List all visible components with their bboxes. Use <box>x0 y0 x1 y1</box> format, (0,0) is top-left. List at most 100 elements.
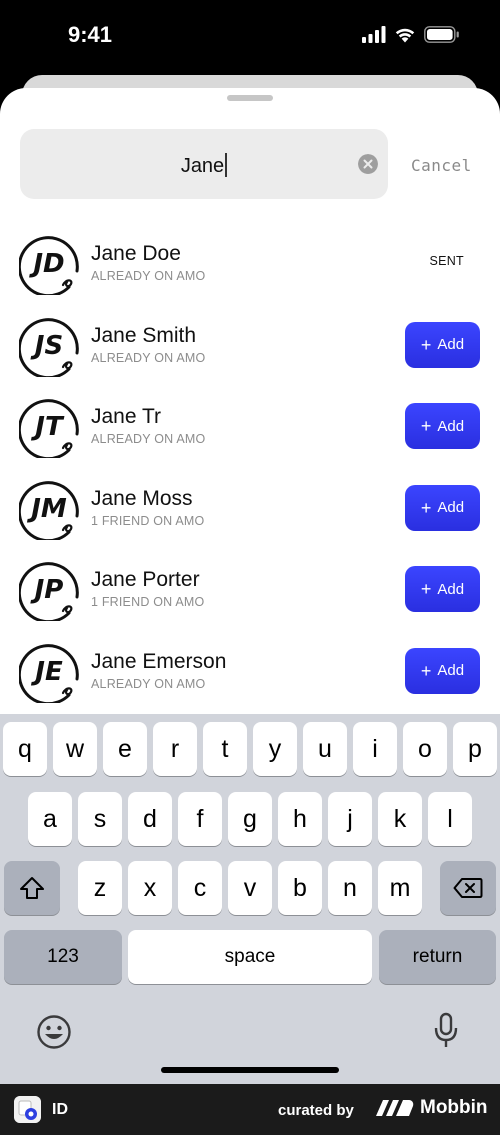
space-key[interactable]: space <box>128 930 372 984</box>
avatar-icon: JM <box>19 480 79 540</box>
plus-icon: + <box>420 497 432 518</box>
footer-app-label: ID <box>52 1101 68 1118</box>
add-button-label: Add <box>437 580 465 598</box>
return-key[interactable]: return <box>379 930 496 984</box>
key-v[interactable]: v <box>228 861 272 915</box>
add-button-label: Add <box>437 499 465 516</box>
add-button-label: Add <box>437 336 465 353</box>
avatar-icon: JS <box>19 317 79 377</box>
key-t[interactable]: t <box>203 722 247 776</box>
avatar-initials: JS <box>30 331 63 361</box>
key-x[interactable]: x <box>128 861 172 915</box>
keyboard: q w e r t y u i o p a s d f g h j k l z x c v b n m 123 space return <box>0 714 500 1084</box>
contact-status: ALREADY ON AMO <box>91 432 206 446</box>
contact-name: Jane Porter <box>91 568 200 591</box>
avatar-initials: JD <box>28 249 64 279</box>
key-l[interactable]: l <box>428 792 472 846</box>
contact-list: JD Jane Doe ALREADY ON AMO SENT JS Jane Smith… <box>0 228 500 717</box>
contact-status: 1 FRIEND ON AMO <box>91 513 205 528</box>
avatar-initials: JT <box>30 412 65 442</box>
contact-status: ALREADY ON AMO <box>91 676 206 691</box>
key-n[interactable]: n <box>328 861 372 915</box>
key-y[interactable]: y <box>253 722 297 776</box>
contact-row[interactable]: JD Jane Doe ALREADY ON AMO SENT <box>0 228 500 310</box>
cellular-signal-icon <box>362 26 386 43</box>
search-input[interactable]: Jane <box>20 129 388 199</box>
text-caret <box>225 153 228 177</box>
battery-icon <box>424 26 459 43</box>
delete-key[interactable] <box>440 861 496 915</box>
status-time: 9:41 <box>68 22 113 47</box>
search-query: Jane <box>180 155 225 177</box>
key-m[interactable]: m <box>378 861 422 915</box>
contact-row[interactable]: JM Jane Moss 1 FRIEND ON AMO + Add <box>0 473 500 555</box>
avatar-icon: JT <box>19 399 79 458</box>
backspace-icon <box>453 878 483 898</box>
key-k[interactable]: k <box>378 792 422 846</box>
avatar-initials: JP <box>30 575 64 605</box>
key-a[interactable]: a <box>28 792 72 846</box>
contact-name: Jane Doe <box>91 242 181 265</box>
emoji-icon[interactable] <box>36 1014 72 1050</box>
cancel-button[interactable]: Cancel <box>411 156 472 175</box>
plus-icon: + <box>420 416 432 436</box>
key-u[interactable]: u <box>303 722 347 776</box>
mobbin-label: Mobbin <box>420 1097 488 1118</box>
contact-status: ALREADY ON AMO <box>91 269 206 283</box>
app-icon <box>14 1096 41 1123</box>
mobbin-logo-icon <box>376 1100 414 1116</box>
avatar-initials: JM <box>26 494 67 524</box>
clear-search-icon[interactable] <box>358 154 378 174</box>
shift-icon <box>20 877 44 899</box>
add-friend-button[interactable]: + Add <box>405 484 480 531</box>
shift-key[interactable] <box>4 861 60 915</box>
sent-label: SENT <box>429 254 464 268</box>
key-w[interactable]: w <box>53 722 97 776</box>
home-indicator <box>161 1067 339 1073</box>
contact-name: Jane Tr <box>91 405 162 428</box>
add-friend-button[interactable]: + Add <box>405 321 480 368</box>
key-p[interactable]: p <box>453 722 497 776</box>
status-icons <box>362 26 460 43</box>
contact-row[interactable]: JP Jane Porter 1 FRIEND ON AMO + Add <box>0 554 500 636</box>
key-i[interactable]: i <box>353 722 397 776</box>
key-s[interactable]: s <box>78 792 122 846</box>
contact-row[interactable]: JE Jane Emerson ALREADY ON AMO + Add <box>0 636 500 718</box>
plus-icon: + <box>420 660 432 681</box>
key-c[interactable]: c <box>178 861 222 915</box>
microphone-icon[interactable] <box>433 1012 459 1050</box>
avatar-icon: JD <box>19 236 79 295</box>
contact-name: Jane Emerson <box>91 649 227 673</box>
plus-icon: + <box>420 334 432 355</box>
key-j[interactable]: j <box>328 792 372 846</box>
key-d[interactable]: d <box>128 792 172 846</box>
add-friend-button[interactable]: + Add <box>405 647 480 694</box>
key-r[interactable]: r <box>153 722 197 776</box>
key-f[interactable]: f <box>178 792 222 846</box>
contact-row[interactable]: JT Jane Tr ALREADY ON AMO + Add <box>0 391 500 473</box>
wifi-icon <box>395 28 415 43</box>
contact-name: Jane Moss <box>91 486 193 510</box>
contact-name: Jane Smith <box>91 323 197 347</box>
add-friend-button[interactable]: + Add <box>405 566 480 612</box>
plus-icon: + <box>420 579 432 599</box>
key-o[interactable]: o <box>403 722 447 776</box>
key-q[interactable]: q <box>3 722 47 776</box>
numbers-key[interactable]: 123 <box>4 930 122 984</box>
curated-by-label: curated by <box>278 1102 354 1119</box>
add-button-label: Add <box>437 417 465 435</box>
key-b[interactable]: b <box>278 861 322 915</box>
mobbin-brand: Mobbin <box>376 1097 488 1119</box>
sheet-grabber[interactable] <box>227 95 273 101</box>
footer-bar: ID curated by Mobbin <box>0 1084 500 1135</box>
add-button-label: Add <box>437 662 465 679</box>
contact-row[interactable]: JS Jane Smith ALREADY ON AMO + Add <box>0 310 500 392</box>
contact-status: 1 FRIEND ON AMO <box>91 595 205 609</box>
key-g[interactable]: g <box>228 792 272 846</box>
key-z[interactable]: z <box>78 861 122 915</box>
add-friend-button[interactable]: + Add <box>405 403 480 449</box>
key-e[interactable]: e <box>103 722 147 776</box>
key-h[interactable]: h <box>278 792 322 846</box>
avatar-initials: JE <box>30 657 63 687</box>
status-bar: 9:41 <box>0 0 500 75</box>
